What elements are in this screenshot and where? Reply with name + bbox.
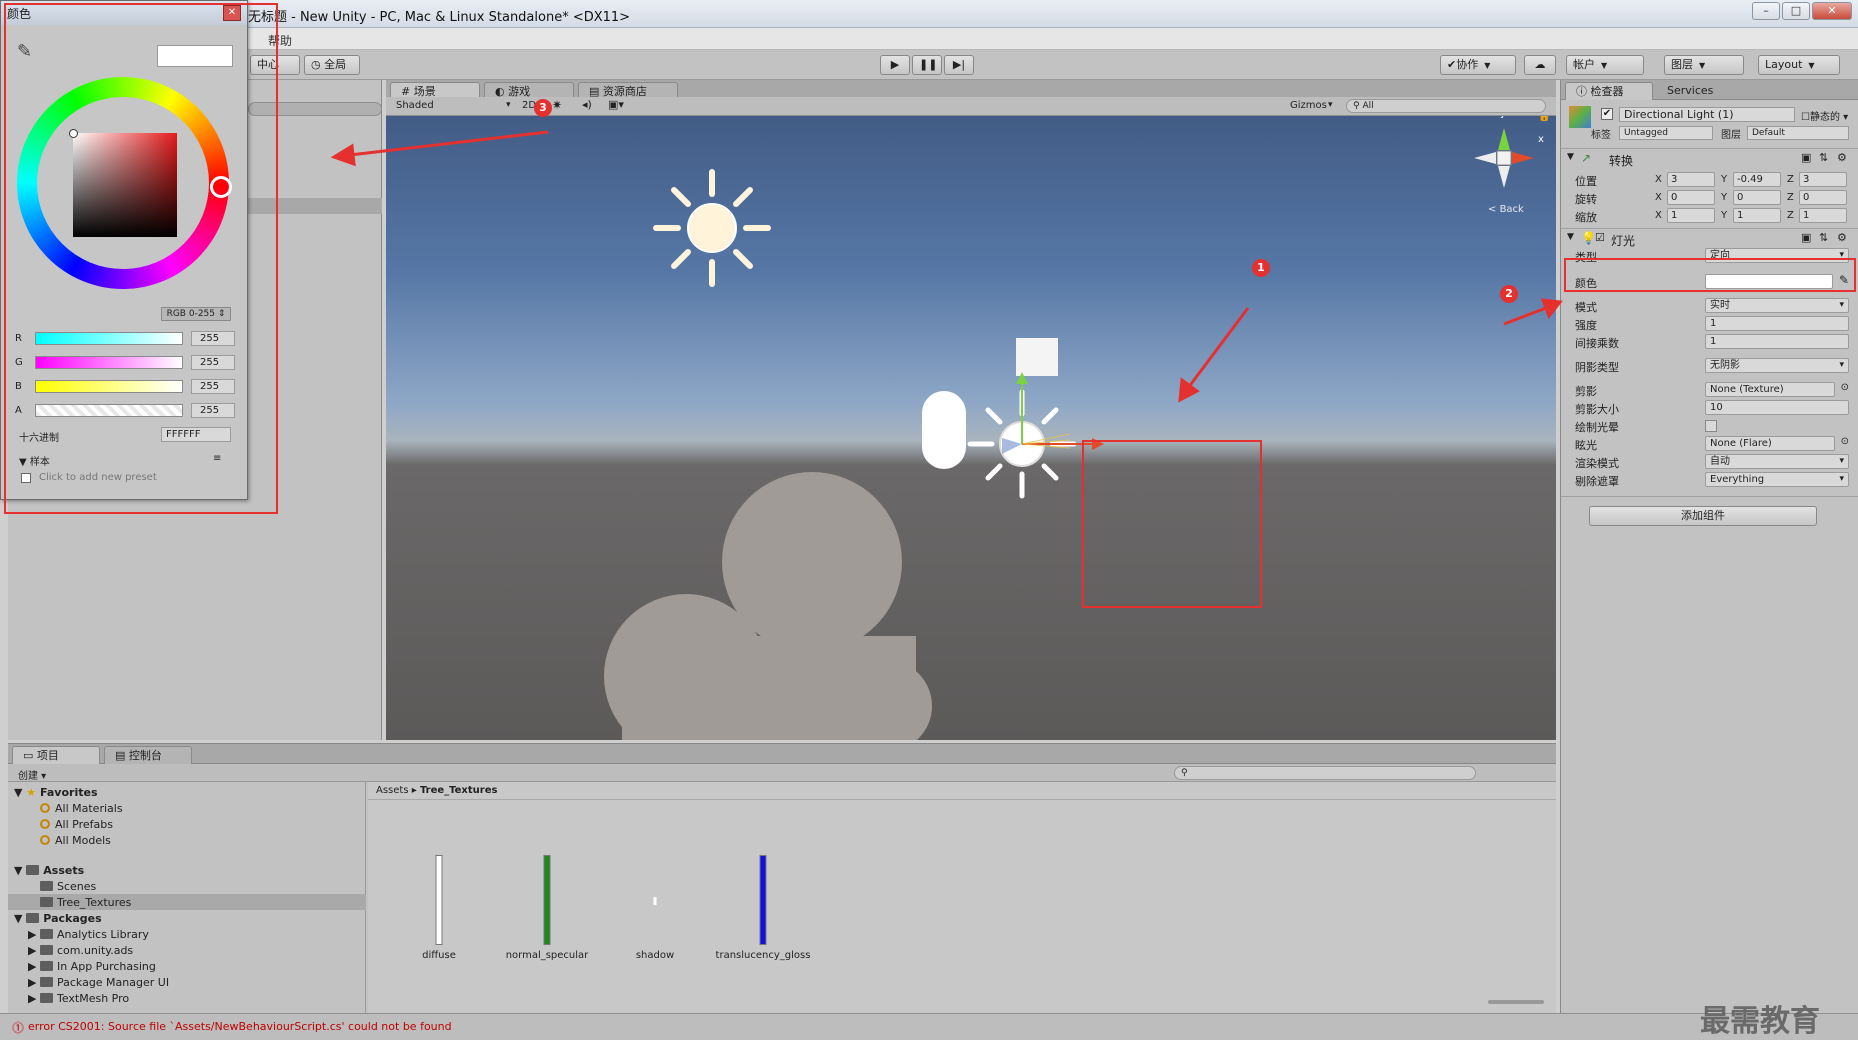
annotation-arrows [330, 130, 1563, 403]
annotation-badge-3: 3 [534, 99, 552, 117]
annotation-badge-2: 2 [1500, 285, 1518, 303]
annotation-badge-1: 1 [1252, 259, 1270, 277]
